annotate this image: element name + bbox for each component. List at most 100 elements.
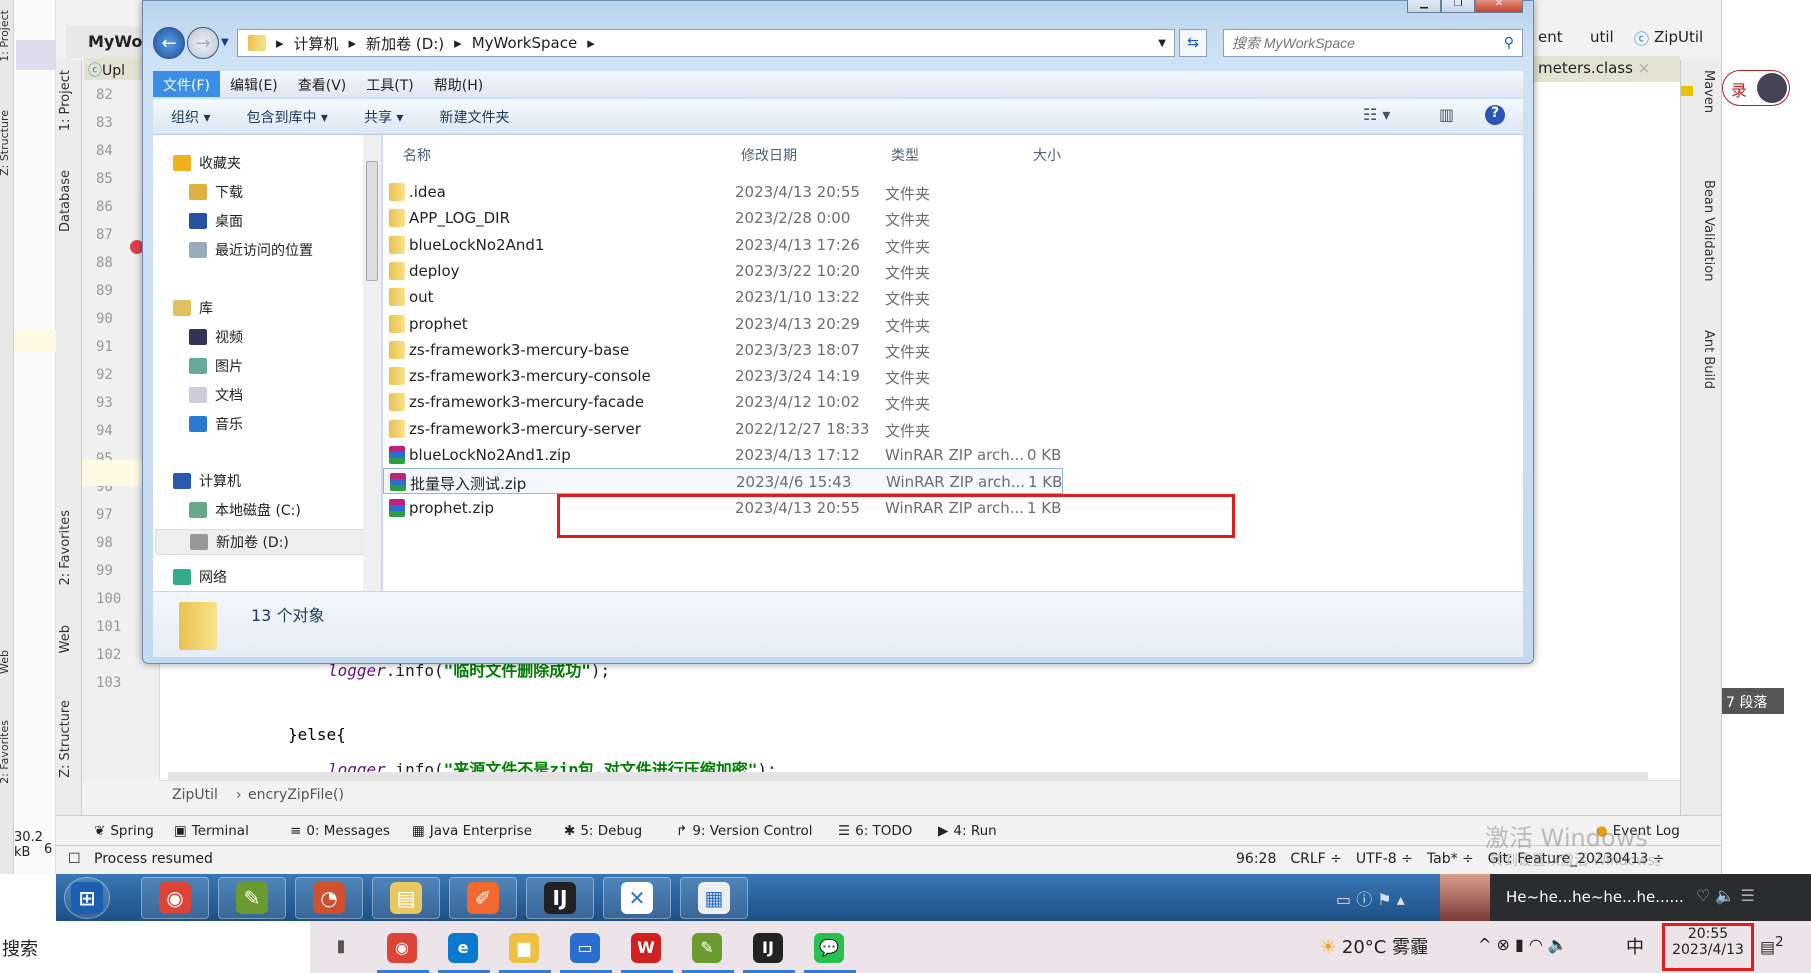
nav-item[interactable]: 文档	[189, 385, 243, 405]
nav-item[interactable]: 桌面	[189, 211, 243, 231]
minimize-button[interactable]: ▁	[1407, 0, 1441, 13]
status-item[interactable]: UTF-8 ÷	[1356, 851, 1413, 867]
crumb-class[interactable]: ZipUtil	[172, 787, 218, 803]
tool-window-1[interactable]: ▣ Terminal	[174, 823, 249, 839]
refresh-button[interactable]: ⇆	[1179, 29, 1207, 57]
view-options-icon[interactable]: ☷ ▾	[1363, 105, 1390, 124]
search-input[interactable]	[1232, 35, 1482, 51]
open-tab[interactable]: meters.class ×	[1534, 56, 1680, 82]
chrome-taskbar-button[interactable]: ◉	[387, 933, 417, 963]
taskbar-search[interactable]: 搜索	[0, 921, 310, 973]
ime-indicator[interactable]: 中	[1626, 933, 1644, 959]
back-button[interactable]: ←	[153, 27, 185, 59]
taskbar-app-xmind[interactable]: ✕	[603, 877, 671, 919]
taskbar-app-windows-start[interactable]: ⊞	[64, 877, 110, 919]
file-row[interactable]: blueLockNo2And1 2023/4/13 17:26 文件夹	[383, 232, 1063, 258]
file-explorer-taskbar-button[interactable]: ▆	[509, 933, 539, 963]
remote-desktop-taskbar-button[interactable]: ▭	[570, 933, 600, 963]
nav-item[interactable]: 网络	[173, 567, 227, 587]
task-view-taskbar-button[interactable]: ⫴	[326, 933, 356, 963]
tool-favorites[interactable]: 2: Favorites	[0, 720, 11, 784]
address-bar[interactable]: ▸ 计算机 ▸ 新加卷 (D:) ▸ MyWorkSpace ▸ ▼	[237, 29, 1175, 57]
nav-scrollbar[interactable]	[363, 135, 381, 591]
file-row[interactable]: prophet 2023/4/13 20:29 文件夹	[383, 311, 1063, 337]
preview-pane-icon[interactable]: ▥	[1439, 105, 1454, 124]
path-segment[interactable]: 计算机	[294, 33, 339, 54]
nav-item[interactable]: 图片	[189, 356, 243, 376]
crumb-method[interactable]: encryZipFile()	[248, 787, 344, 803]
column-header[interactable]: 修改日期	[741, 145, 797, 165]
tool-window-4[interactable]: ✱ 5: Debug	[564, 823, 642, 839]
toolbar-button[interactable]: 包含到库中 ▾	[228, 107, 345, 127]
login-button[interactable]: 录	[1722, 70, 1790, 106]
tool-favorites-tab[interactable]: 2: Favorites	[58, 510, 73, 586]
wechat-taskbar-button[interactable]: 💬	[814, 933, 844, 963]
column-header[interactable]: 名称	[403, 145, 431, 165]
tray-icons[interactable]: ^ ⊗ ▮ ◠ 🔈	[1478, 935, 1568, 954]
nav-item[interactable]: 视频	[189, 327, 243, 347]
taskbar-app-postman[interactable]: ✐	[449, 877, 517, 919]
path-segment[interactable]: MyWorkSpace	[472, 34, 578, 52]
tool-project[interactable]: 1: Project	[0, 10, 11, 62]
file-row[interactable]: blueLockNo2And1.zip 2023/4/13 17:12 WinRAR…	[383, 442, 1063, 468]
path-segment[interactable]: 新加卷 (D:)	[366, 33, 444, 54]
file-row[interactable]: zs-framework3-mercury-console 2023/3/24 1…	[383, 363, 1063, 389]
tool-ant-build[interactable]: Ant Build	[1701, 330, 1716, 389]
file-row[interactable]: 批量导入测试.zip 2023/4/6 15:43 WinRAR ZIP arch.…	[383, 468, 1063, 495]
help-icon[interactable]: ?	[1485, 105, 1505, 125]
tray-icons-win7[interactable]: ▭ ⓘ ⚑ ▴	[1336, 886, 1405, 910]
taskbar-app-document[interactable]: ▦	[680, 877, 748, 919]
status-item[interactable]: 96:28	[1236, 851, 1276, 867]
column-header[interactable]: 类型	[891, 145, 919, 165]
nav-item[interactable]: 下载	[189, 182, 243, 202]
toolbar-button[interactable]: 组织 ▾	[153, 107, 228, 127]
nav-path-item[interactable]: util	[1590, 28, 1614, 46]
address-dropdown-icon[interactable]: ▼	[1158, 38, 1166, 49]
file-row[interactable]: zs-framework3-mercury-server 2022/12/27 1…	[383, 416, 1063, 442]
player-controls[interactable]: ♡ 🔈 ☰	[1696, 886, 1755, 905]
menu-item[interactable]: 编辑(E)	[220, 71, 288, 97]
clock[interactable]: 20:55 2023/4/13	[1662, 923, 1754, 971]
notification-button[interactable]: ▤2	[1760, 935, 1784, 956]
tool-window-0[interactable]: ❦ Spring	[94, 823, 154, 839]
notepad-taskbar-button[interactable]: ✎	[692, 933, 722, 963]
file-row[interactable]: deploy 2023/3/22 10:20 文件夹	[383, 258, 1063, 284]
tool-maven[interactable]: Maven	[1701, 70, 1716, 113]
status-item[interactable]: CRLF ÷	[1290, 851, 1342, 867]
taskbar-app-intellij[interactable]: IJ	[526, 877, 594, 919]
search-icon[interactable]: ⚲	[1504, 35, 1514, 51]
nav-item[interactable]: 本地磁盘 (C:)	[189, 500, 301, 520]
tool-window-6[interactable]: ☰ 6: TODO	[838, 823, 912, 839]
file-row[interactable]: out 2023/1/10 13:22 文件夹	[383, 284, 1063, 310]
tool-web[interactable]: Web	[0, 650, 11, 674]
nav-path-item[interactable]: ent	[1538, 28, 1563, 46]
tool-window-3[interactable]: ▦ Java Enterprise	[412, 823, 532, 839]
nav-item[interactable]: 收藏夹	[173, 153, 241, 173]
project-title[interactable]: MyWo	[66, 26, 142, 58]
menu-item[interactable]: 查看(V)	[288, 71, 357, 97]
menu-item[interactable]: 帮助(H)	[424, 71, 493, 97]
editor-tab[interactable]: ⓒUpl	[84, 58, 142, 80]
tool-structure-tab[interactable]: Z: Structure	[58, 700, 73, 778]
tool-database-tab[interactable]: Database	[58, 170, 73, 232]
menu-item[interactable]: 文件(F)	[153, 71, 220, 97]
menu-item[interactable]: 工具(T)	[356, 71, 423, 97]
file-row[interactable]: zs-framework3-mercury-facade 2023/4/12 10…	[383, 389, 1063, 415]
toolbar-button[interactable]: 共享 ▾	[346, 107, 421, 127]
tool-window-7[interactable]: ▶ 4: Run	[938, 823, 997, 839]
close-tab-icon[interactable]: ×	[1638, 59, 1651, 77]
taskbar-app-app[interactable]: ◔	[295, 877, 363, 919]
nav-item[interactable]: 音乐	[189, 414, 243, 434]
nav-item[interactable]: 新加卷 (D:)	[155, 529, 369, 555]
taskbar-app-notepad[interactable]: ✎	[218, 877, 286, 919]
status-item[interactable]: Tab* ÷	[1427, 851, 1474, 867]
intellij-taskbar-button[interactable]: IJ	[753, 933, 783, 963]
file-row[interactable]: .idea 2023/4/13 20:55 文件夹	[383, 179, 1063, 205]
history-dropdown-icon[interactable]: ▼	[221, 27, 229, 59]
tool-window-5[interactable]: ↱ 9: Version Control	[676, 823, 812, 839]
nav-item[interactable]: 最近访问的位置	[189, 240, 313, 260]
wps-taskbar-button[interactable]: W	[631, 933, 661, 963]
tool-bean-validation[interactable]: Bean Validation	[1701, 180, 1716, 281]
taskbar-app-chrome[interactable]: ◉	[141, 877, 209, 919]
nav-item[interactable]: 库	[173, 298, 213, 318]
